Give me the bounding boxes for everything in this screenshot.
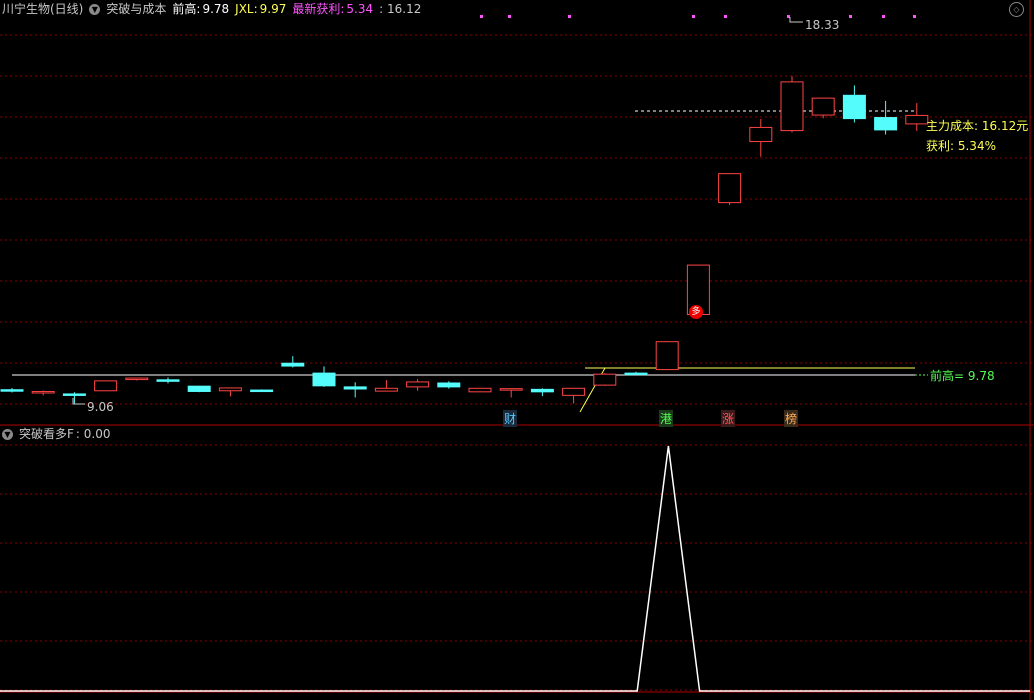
candle-body-up	[406, 381, 430, 388]
candle-body-up	[749, 126, 773, 143]
jxl-label: JXL:	[235, 2, 258, 16]
candle-body-up	[562, 387, 586, 396]
prev-high-label: 前高:	[172, 2, 201, 16]
candle-body-down	[874, 117, 898, 131]
top-marker	[913, 15, 916, 18]
sub-indicator-value: : 0.00	[75, 427, 111, 441]
candle-body-down	[842, 94, 866, 120]
high-price-label: 18.33	[805, 18, 840, 32]
candle-body-up	[374, 387, 398, 392]
top-marker	[568, 15, 571, 18]
latest-profit-label: 最新获利:	[292, 2, 345, 16]
candle-body-up	[780, 81, 804, 132]
candle-body-up	[718, 173, 742, 204]
candle-body-down	[530, 388, 554, 393]
tag-bang: 榜	[784, 410, 799, 427]
candle-body-down	[250, 389, 274, 393]
prev-high-value: 9.78	[202, 2, 230, 16]
extra-value: : 16.12	[379, 2, 422, 16]
jxl-value: 9.97	[259, 2, 287, 16]
main-header: 川宁生物(日线) ▼ 突破与成本 前高: 9.78 JXL: 9.97 最新获利: 5.34 : …	[2, 0, 427, 18]
top-marker	[849, 15, 852, 18]
candle-body-down	[312, 372, 336, 387]
candle-body-up	[218, 387, 242, 392]
tag-cai: 财	[503, 410, 518, 427]
indicator-menu-icon[interactable]: ▼	[89, 4, 101, 15]
candle-body-down	[0, 389, 24, 392]
candle-body-up	[31, 390, 55, 394]
top-marker	[508, 15, 511, 18]
latest-profit-value: 5.34	[346, 2, 374, 16]
candle-body-up	[655, 341, 679, 371]
sub-series-line	[0, 445, 1030, 692]
candle-body-down	[156, 379, 180, 382]
profit-label: 获利: 5.34%	[926, 139, 996, 153]
candle-body-up	[593, 373, 617, 386]
candle-body-down	[187, 385, 211, 392]
settings-icon[interactable]: ◇	[1009, 2, 1024, 17]
candle-body-down	[343, 386, 367, 390]
candle-body-down	[437, 382, 461, 388]
tag-zhang: 涨	[721, 410, 736, 427]
sub-indicator-name: 突破看多F	[19, 427, 74, 441]
high-pointer	[789, 17, 803, 23]
candle-body-up	[125, 377, 149, 381]
stock-name: 川宁生物(日线)	[2, 2, 84, 16]
candle-body-up	[94, 380, 118, 392]
top-marker	[724, 15, 727, 18]
sub-header: ▼ 突破看多F: 0.00	[2, 425, 116, 443]
main-cost-label: 主力成本: 16.12元	[926, 119, 1029, 133]
top-marker	[692, 15, 695, 18]
prev-high-line-label: 前高= 9.78	[930, 369, 995, 383]
candle-body-down	[281, 362, 305, 367]
candle-body-down	[624, 372, 648, 376]
buy-signal-icon: 多	[689, 305, 703, 319]
top-marker	[882, 15, 885, 18]
candle-body-up	[905, 114, 929, 125]
tag-gang: 港	[659, 410, 674, 427]
indicator-name: 突破与成本	[106, 2, 167, 16]
low-price-label: 9.06	[87, 400, 114, 414]
candle-body-up	[499, 388, 523, 391]
top-marker	[480, 15, 483, 18]
candle-body-up	[468, 387, 492, 393]
sub-indicator-menu-icon[interactable]: ▼	[2, 429, 13, 440]
kline-chart[interactable]	[0, 0, 1034, 700]
candle-body-down	[62, 393, 86, 396]
candle-body-up	[811, 97, 835, 116]
